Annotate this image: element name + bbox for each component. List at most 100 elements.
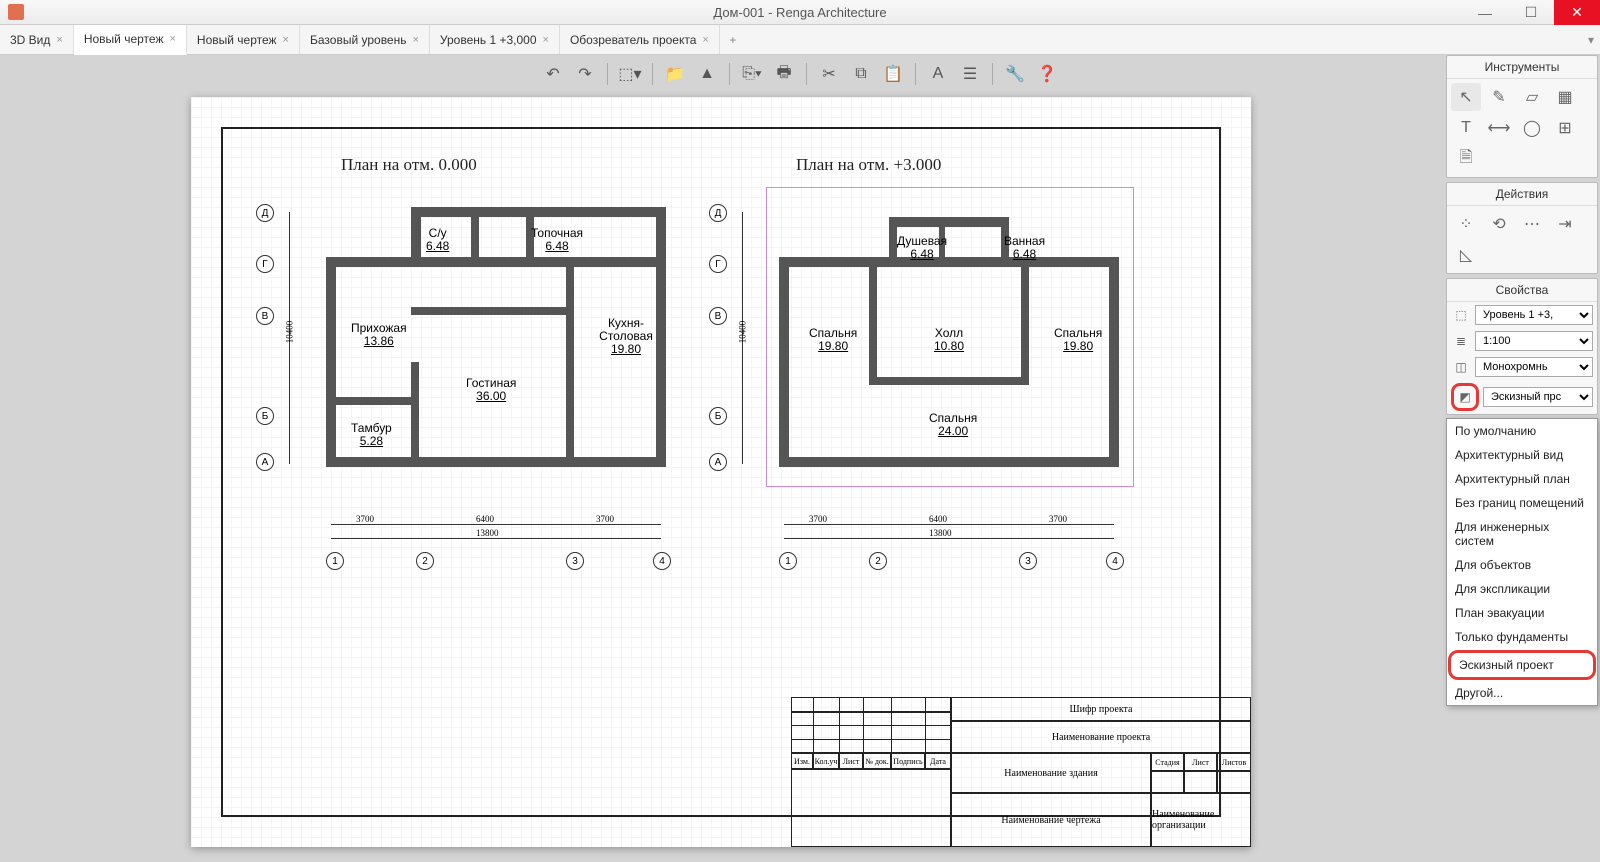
- tab-3d-view[interactable]: 3D Вид×: [0, 25, 74, 54]
- close-icon[interactable]: ×: [412, 34, 418, 46]
- select-tool[interactable]: ↖: [1451, 83, 1481, 111]
- export-button[interactable]: ⎘▾: [738, 60, 766, 88]
- close-icon[interactable]: ×: [702, 34, 708, 46]
- cut-button[interactable]: ✂: [815, 60, 843, 88]
- help-button[interactable]: ❓: [1033, 60, 1061, 88]
- properties-panel-title: Свойства: [1447, 279, 1597, 302]
- settings-button[interactable]: 🔧: [1001, 60, 1029, 88]
- close-icon[interactable]: ×: [283, 34, 289, 46]
- open-button[interactable]: 📁: [661, 60, 689, 88]
- print-button[interactable]: 🖶: [770, 60, 798, 88]
- close-icon[interactable]: ×: [169, 33, 175, 45]
- plan-1-title: План на отм. 0.000: [341, 155, 477, 175]
- tab-new-drawing-2[interactable]: Новый чертеж×: [187, 25, 300, 54]
- dropdown-item[interactable]: Для объектов: [1447, 553, 1597, 577]
- drawing-sheet[interactable]: План на отм. 0.000 План на отм. +3.000 Д…: [191, 97, 1251, 847]
- dropdown-item[interactable]: Без границ помещений: [1447, 491, 1597, 515]
- floorplan-2[interactable]: Душевая6.48 Ванная6.48 Холл10.80 Спальня…: [779, 207, 1119, 467]
- axis-marker: 4: [1106, 552, 1124, 570]
- axis-marker: Д: [709, 204, 727, 222]
- text-style-button[interactable]: A: [924, 60, 952, 88]
- tab-new-drawing-1[interactable]: Новый чертеж×: [74, 25, 187, 55]
- dropdown-item[interactable]: Для инженерных систем: [1447, 515, 1597, 553]
- circle-tool[interactable]: ◯: [1517, 114, 1547, 142]
- close-icon[interactable]: ×: [543, 34, 549, 46]
- actions-panel: Действия ⁘ ⟲ ⋯ ⇥ ◺: [1446, 182, 1598, 274]
- axis-marker: Г: [256, 255, 274, 273]
- axis-marker: 1: [326, 552, 344, 570]
- list-button[interactable]: ☰: [956, 60, 984, 88]
- properties-panel: Свойства ⬚ Уровень 1 +3, ≣ 1:100 ◫ Монох…: [1446, 278, 1598, 415]
- floorplan-1[interactable]: С/у6.48 Топочная6.48 Прихожая13.86 Кухня…: [326, 207, 666, 467]
- visual-style-select[interactable]: Монохромнь: [1475, 357, 1593, 377]
- filter-dropdown[interactable]: По умолчанию Архитектурный вид Архитекту…: [1446, 418, 1598, 706]
- dropdown-item[interactable]: По умолчанию: [1447, 419, 1597, 443]
- axis-marker: 4: [653, 552, 671, 570]
- new-tab-button[interactable]: +: [720, 25, 746, 54]
- axis-marker: Б: [709, 407, 727, 425]
- mirror-action[interactable]: ⇥: [1550, 210, 1580, 238]
- app-icon: [8, 4, 24, 20]
- dropdown-item[interactable]: Архитектурный вид: [1447, 443, 1597, 467]
- titlebar: Дом-001 - Renga Architecture — ☐ ✕: [0, 0, 1600, 25]
- axis-marker: 3: [566, 552, 584, 570]
- dropdown-item[interactable]: Другой...: [1447, 681, 1597, 705]
- dropdown-item[interactable]: Архитектурный план: [1447, 467, 1597, 491]
- hatch-tool[interactable]: ▦: [1550, 83, 1580, 111]
- save-button[interactable]: ▲: [693, 60, 721, 88]
- maximize-button[interactable]: ☐: [1508, 0, 1554, 25]
- dimension-tool[interactable]: ⟷: [1484, 114, 1514, 142]
- tools-panel-title: Инструменты: [1447, 56, 1597, 79]
- axis-marker: А: [709, 453, 727, 471]
- dropdown-item[interactable]: Только фундаменты: [1447, 625, 1597, 649]
- axis-marker: 1: [779, 552, 797, 570]
- axis-marker: Б: [256, 407, 274, 425]
- undo-button[interactable]: ↶: [539, 60, 567, 88]
- tab-base-level[interactable]: Базовый уровень×: [300, 25, 430, 54]
- axis-marker: А: [256, 453, 274, 471]
- text-tool[interactable]: T: [1451, 114, 1481, 142]
- table-tool[interactable]: ⊞: [1550, 114, 1580, 142]
- tab-project-browser[interactable]: Обозреватель проекта×: [560, 25, 720, 54]
- filter-highlight: ◩: [1451, 383, 1479, 411]
- dropdown-item[interactable]: План эвакуации: [1447, 601, 1597, 625]
- paste-button[interactable]: 📋: [879, 60, 907, 88]
- line-tool[interactable]: ✎: [1484, 83, 1514, 111]
- axis-marker: В: [256, 307, 274, 325]
- drawing-canvas[interactable]: План на отм. 0.000 План на отм. +3.000 Д…: [0, 93, 1442, 862]
- redo-button[interactable]: ↷: [571, 60, 599, 88]
- filter-icon: ◩: [1455, 387, 1475, 407]
- axis-marker: 2: [416, 552, 434, 570]
- sheet-tool[interactable]: 🗎: [1451, 145, 1481, 173]
- actions-panel-title: Действия: [1447, 183, 1597, 206]
- window-title: Дом-001 - Renga Architecture: [713, 5, 886, 20]
- dropdown-item-selected[interactable]: Эскизный проект: [1448, 650, 1596, 680]
- close-icon[interactable]: ×: [56, 34, 62, 46]
- axis-marker: Д: [256, 204, 274, 222]
- rotate-action[interactable]: ⟲: [1484, 210, 1514, 238]
- rect-tool[interactable]: ▱: [1517, 83, 1547, 111]
- axis-marker: 2: [869, 552, 887, 570]
- minimize-button[interactable]: —: [1462, 0, 1508, 25]
- trim-action[interactable]: ◺: [1451, 241, 1481, 269]
- scale-icon: ≣: [1451, 331, 1471, 351]
- tabs-overflow-icon[interactable]: ▾: [1588, 33, 1594, 47]
- copy-linear-action[interactable]: ⋯: [1517, 210, 1547, 238]
- close-button[interactable]: ✕: [1554, 0, 1600, 25]
- main-toolbar: ↶ ↷ ⬚▾ 📁 ▲ ⎘▾ 🖶 ✂ ⧉ 📋 A ☰ 🔧 ❓: [0, 55, 1600, 93]
- plan-2-title: План на отм. +3.000: [796, 155, 941, 175]
- document-tabs: 3D Вид× Новый чертеж× Новый чертеж× Базо…: [0, 25, 1600, 55]
- scale-select[interactable]: 1:100: [1475, 331, 1593, 351]
- visual-style-icon: ◫: [1451, 357, 1471, 377]
- dropdown-item[interactable]: Для экспликации: [1447, 577, 1597, 601]
- filter-select[interactable]: Эскизный прс: [1483, 387, 1593, 407]
- title-block: Изм. Кол.уч Лист № док. Подпись Дата Шиф…: [791, 697, 1251, 847]
- copy-button[interactable]: ⧉: [847, 60, 875, 88]
- axis-marker: В: [709, 307, 727, 325]
- level-icon: ⬚: [1451, 305, 1471, 325]
- level-select[interactable]: Уровень 1 +3,: [1475, 305, 1593, 325]
- move-action[interactable]: ⁘: [1451, 210, 1481, 238]
- box-view-button[interactable]: ⬚▾: [616, 60, 644, 88]
- tab-level-1-3000[interactable]: Уровень 1 +3,000×: [430, 25, 560, 54]
- tools-panel: Инструменты ↖ ✎ ▱ ▦ T ⟷ ◯ ⊞ 🗎: [1446, 55, 1598, 178]
